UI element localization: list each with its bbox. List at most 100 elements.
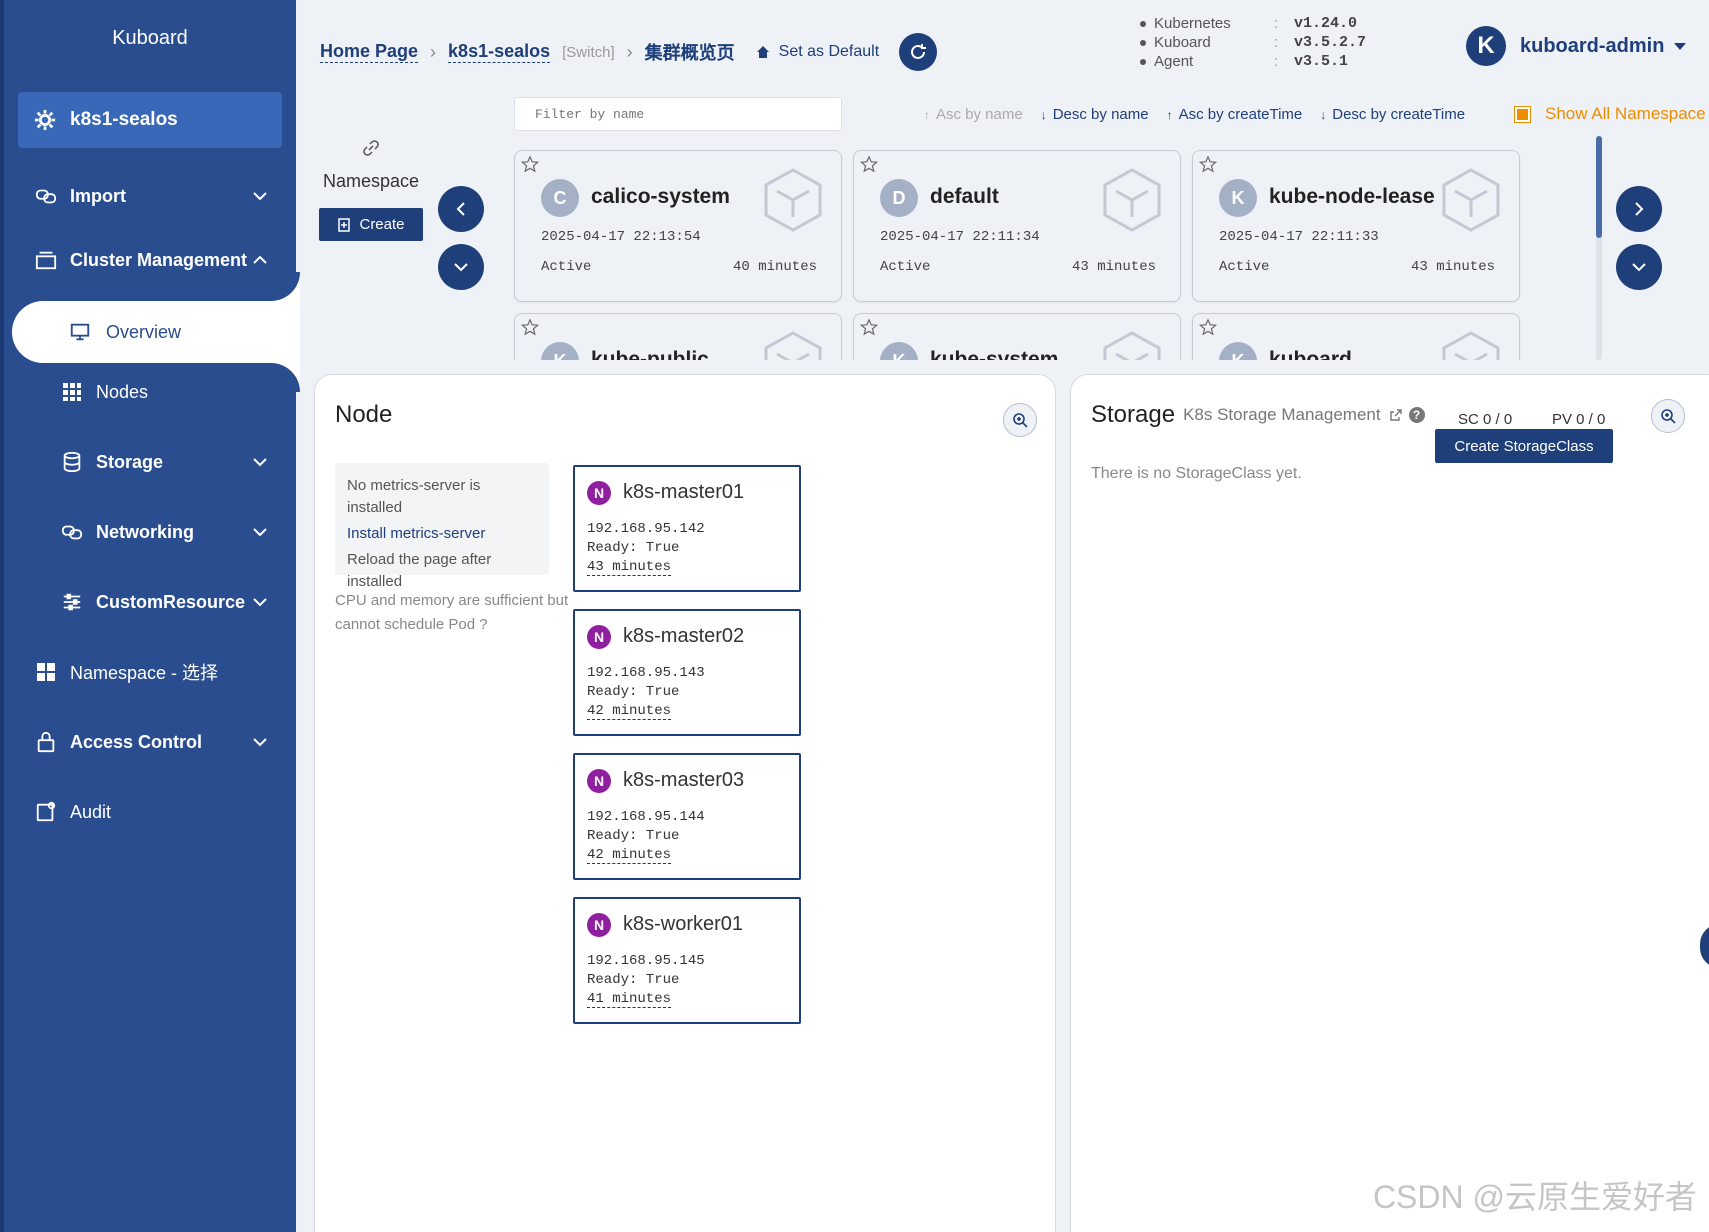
node-badge: N	[587, 625, 611, 649]
sort-asc-time[interactable]: ↑ Asc by createTime	[1167, 106, 1303, 123]
external-link-icon[interactable]	[1389, 408, 1403, 422]
node-card[interactable]: N k8s-worker01 192.168.95.145 Ready: Tru…	[573, 897, 801, 1024]
sidebar-item-import[interactable]: Import	[4, 168, 296, 224]
chevron-down-icon	[1632, 263, 1646, 272]
namespace-scrollbar[interactable]	[1596, 136, 1602, 360]
watermark: CSDN @云原生爱好者	[1372, 1179, 1697, 1215]
database-icon	[60, 450, 84, 474]
sidebar-item-label: Overview	[106, 321, 182, 342]
chevron-right-icon	[1635, 202, 1644, 216]
lock-icon	[34, 730, 58, 754]
namespace-badge: K	[880, 342, 918, 360]
storage-subtitle[interactable]: K8s Storage Management	[1183, 405, 1381, 425]
sidebar-item-namespace[interactable]: Namespace - 选择	[4, 644, 296, 700]
chevron-down-icon	[454, 263, 468, 272]
node-badge: N	[587, 769, 611, 793]
star-icon[interactable]	[1199, 155, 1217, 173]
caret-down-icon	[1674, 42, 1687, 50]
sidebar-item-access-control[interactable]: Access Control	[4, 714, 296, 770]
star-icon[interactable]	[521, 155, 539, 173]
help-icon[interactable]: ?	[1408, 407, 1425, 423]
namespace-card[interactable]: K kube-system	[853, 313, 1181, 360]
pv-count: PV 0 / 0	[1552, 411, 1606, 428]
expand-button-right[interactable]	[1616, 244, 1662, 290]
sort-desc-name[interactable]: ↓ Desc by name	[1041, 106, 1149, 123]
namespace-card[interactable]: K kube-public	[514, 313, 842, 360]
metrics-notice: No metrics-server is installed Install m…	[335, 463, 549, 590]
namespace-filter-input[interactable]	[514, 97, 842, 131]
sort-desc-time[interactable]: ↓ Desc by createTime	[1320, 106, 1465, 123]
namespace-card[interactable]: D default 2025-04-17 22:11:34 Active 43 …	[853, 150, 1181, 302]
refresh-button[interactable]	[899, 33, 938, 71]
storage-zoom-button[interactable]	[1651, 399, 1685, 433]
chevron-down-icon	[253, 598, 267, 607]
add-file-icon	[338, 217, 351, 232]
namespace-side: Namespace Create	[296, 140, 446, 241]
create-namespace-button[interactable]: Create	[319, 208, 423, 241]
chevron-down-icon	[253, 458, 267, 467]
sidebar-item-customresource[interactable]: CustomResource	[4, 574, 296, 630]
refresh-icon	[911, 44, 927, 59]
install-metrics-link[interactable]: Install metrics-server	[347, 523, 537, 545]
sidebar-item-storage[interactable]: Storage	[4, 434, 296, 490]
namespace-card[interactable]: C calico-system 2025-04-17 22:13:54 Acti…	[514, 150, 842, 302]
version-row: Kubernetes: v1.24.0	[1136, 14, 1366, 33]
cpu-note[interactable]: CPU and memory are sufficient but cannot…	[335, 589, 585, 637]
set-default-button[interactable]: Set as Default	[755, 43, 879, 61]
namespace-age: 43 minutes	[1410, 259, 1495, 275]
namespace-card[interactable]: K kube-node-lease 2025-04-17 22:11:33 Ac…	[1192, 150, 1520, 302]
switch-link[interactable]: [Switch]	[562, 44, 615, 61]
user-menu[interactable]: K kuboard-admin	[1466, 26, 1687, 66]
sidebar-item-audit[interactable]: Audit	[4, 784, 296, 840]
namespace-name: kube-node-lease	[1269, 185, 1435, 208]
scrollbar-thumb[interactable]	[1596, 136, 1602, 238]
show-all-namespace-toggle[interactable]: Show All Namespace	[1514, 104, 1706, 124]
namespace-card[interactable]: K kuboard	[1192, 313, 1520, 360]
show-all-label: Show All Namespace	[1545, 104, 1706, 123]
star-icon[interactable]	[860, 155, 878, 173]
prev-button[interactable]	[438, 186, 484, 232]
crumb-cluster[interactable]: k8s1-sealos	[448, 41, 551, 63]
sidebar-item-label: Cluster Management	[70, 249, 248, 270]
namespace-title: Namespace	[322, 171, 420, 191]
node-age: 41 minutes	[587, 991, 672, 1008]
storage-title: Storage	[1091, 401, 1176, 428]
chevron-down-icon	[253, 738, 267, 747]
star-icon[interactable]	[521, 318, 539, 336]
sidebar-item-overview[interactable]: Overview	[12, 301, 300, 363]
node-name: k8s-master01	[623, 481, 745, 503]
sidebar-item-label: Networking	[96, 521, 195, 542]
cube-icon	[1103, 168, 1161, 232]
create-storageclass-button[interactable]: Create StorageClass	[1435, 429, 1613, 463]
namespace-age: 43 minutes	[1071, 259, 1156, 275]
node-card[interactable]: N k8s-master03 192.168.95.144 Ready: Tru…	[573, 753, 801, 880]
sidebar-item-nodes[interactable]: Nodes	[4, 364, 296, 420]
metrics-line: No metrics-server is installed	[347, 477, 481, 516]
node-card[interactable]: N k8s-master01 192.168.95.142 Ready: Tru…	[573, 465, 801, 592]
create-label: Create	[359, 216, 405, 233]
crumb-separator: ›	[430, 41, 437, 62]
star-icon[interactable]	[1199, 318, 1217, 336]
star-icon[interactable]	[860, 318, 878, 336]
expand-button[interactable]	[438, 244, 484, 290]
node-card[interactable]: N k8s-master02 192.168.95.143 Ready: Tru…	[573, 609, 801, 736]
sidebar-item-label: Storage	[96, 451, 164, 472]
node-zoom-button[interactable]	[1003, 403, 1037, 437]
home-icon	[756, 46, 769, 58]
next-button[interactable]	[1616, 186, 1662, 232]
sidebar-item-networking[interactable]: Networking	[4, 504, 296, 560]
namespace-badge: K	[541, 342, 579, 360]
node-ready: Ready: True	[587, 684, 680, 700]
gear-icon	[32, 107, 58, 133]
namespace-status: Active	[1219, 259, 1270, 275]
cluster-name: k8s1-sealos	[70, 109, 178, 130]
node-panel: Node No metrics-server is installed Inst…	[314, 374, 1056, 1232]
sort-asc-name[interactable]: ↑ Asc by name	[924, 106, 1023, 123]
active-curve-top	[12, 272, 300, 301]
apps-icon	[34, 660, 58, 684]
node-age: 43 minutes	[587, 559, 672, 576]
chevron-down-icon	[253, 528, 267, 537]
cluster-selector[interactable]: k8s1-sealos	[18, 92, 282, 148]
checkbox[interactable]	[1514, 105, 1531, 123]
crumb-home[interactable]: Home Page	[320, 41, 419, 63]
